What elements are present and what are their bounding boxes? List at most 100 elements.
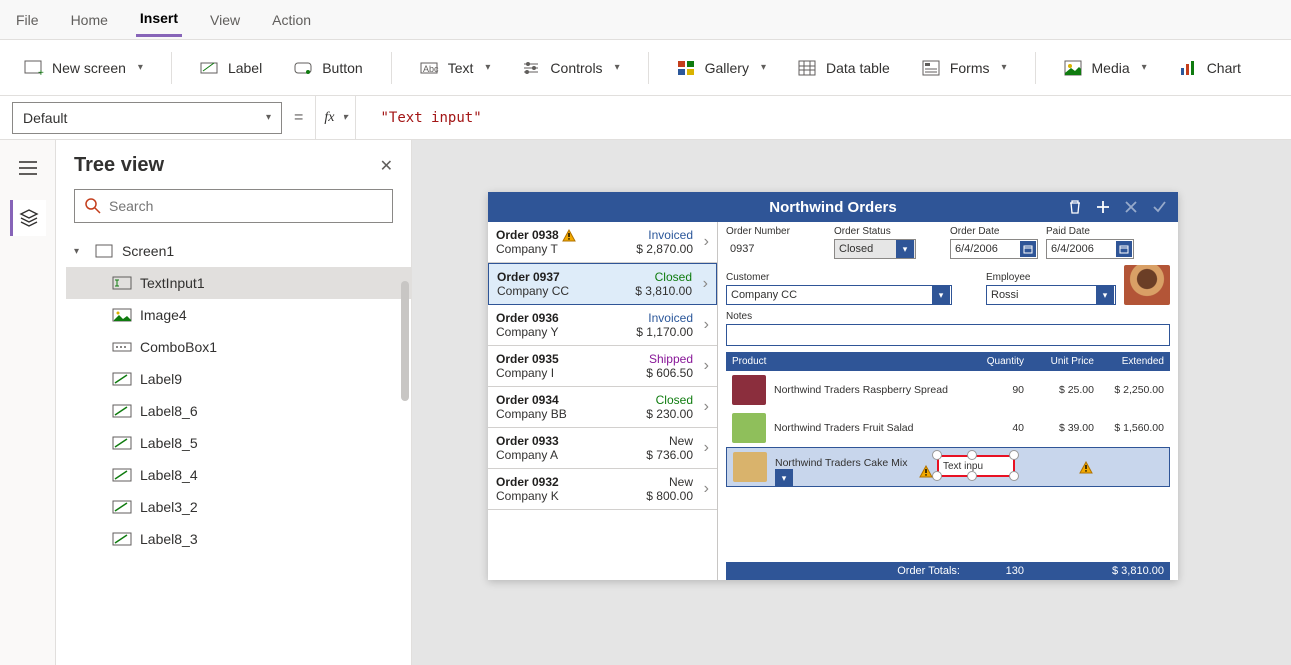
tree-item-label: Label8_4	[140, 467, 198, 483]
order-company: Company I	[496, 366, 646, 380]
product-thumb	[733, 452, 767, 482]
chevron-down-icon: ▾	[485, 62, 490, 73]
text-button[interactable]: Abc Text ▾	[408, 53, 503, 83]
tree-item[interactable]: ComboBox1	[66, 331, 411, 363]
tree-item[interactable]: TextInput1	[66, 267, 411, 299]
chevron-down-icon: ▾	[615, 62, 620, 73]
data-table-label: Data table	[826, 60, 890, 76]
tree-item[interactable]: Image4	[66, 299, 411, 331]
gallery-button[interactable]: Gallery ▾	[665, 53, 778, 83]
button-button[interactable]: Button	[282, 53, 374, 83]
notes-input[interactable]	[726, 324, 1170, 346]
fx-button[interactable]: fx ▾	[315, 96, 356, 139]
property-value: Default	[23, 110, 67, 126]
tree-search[interactable]	[74, 189, 393, 223]
new-screen-button[interactable]: + New screen ▾	[12, 53, 155, 83]
textinput-icon	[112, 275, 132, 291]
order-status: New	[646, 475, 693, 489]
tree-panel: Tree view ✕ ▾ Screen1 TextInput1Image4Co…	[56, 140, 412, 665]
product-grid[interactable]: Northwind Traders Raspberry Spread90$ 25…	[726, 371, 1170, 562]
order-status-dropdown[interactable]: Closed▾	[834, 239, 916, 259]
product-combobox[interactable]: Northwind Traders Cake Mix▾	[775, 457, 933, 477]
order-amount: $ 800.00	[646, 489, 693, 503]
tree-item-label: Label8_6	[140, 403, 198, 419]
order-row[interactable]: Order 0934Company BBClosed$ 230.00›	[488, 387, 717, 428]
tree-item[interactable]: Label8_4	[66, 459, 411, 491]
product-qty: 90	[968, 384, 1024, 396]
add-button[interactable]	[1094, 198, 1112, 216]
new-screen-icon: +	[24, 59, 44, 77]
product-row[interactable]: Northwind Traders Fruit Salad40$ 39.00$ …	[726, 409, 1170, 447]
product-ext: $ 1,560.00	[1094, 422, 1164, 434]
grid-header: Product Quantity Unit Price Extended	[726, 352, 1170, 371]
field-label: Order Date	[950, 226, 1038, 237]
tree-item[interactable]: Label9	[66, 363, 411, 395]
product-qty: 40	[968, 422, 1024, 434]
order-form: Order Number 0937 Order Status Closed▾ O…	[718, 222, 1178, 580]
label-button[interactable]: Label	[188, 53, 274, 83]
product-ext: $ 2,250.00	[1094, 384, 1164, 396]
product-name: Northwind Traders Raspberry Spread	[774, 384, 968, 396]
order-name: Order 0936	[496, 311, 636, 325]
field-label: Employee	[986, 272, 1116, 283]
menu-home[interactable]: Home	[67, 4, 112, 36]
order-row[interactable]: Order 0935Company IShipped$ 606.50›	[488, 346, 717, 387]
charts-icon	[1179, 59, 1199, 77]
calendar-icon	[1020, 241, 1036, 257]
new-screen-label: New screen	[52, 60, 126, 76]
order-row[interactable]: Order 0937Company CCClosed$ 3,810.00›	[488, 263, 717, 305]
employee-dropdown[interactable]: Rossi▾	[986, 285, 1116, 305]
product-row[interactable]: Northwind Traders Raspberry Spread90$ 25…	[726, 371, 1170, 409]
menu-insert[interactable]: Insert	[136, 2, 182, 37]
layers-icon	[19, 209, 39, 227]
top-menu: File Home Insert View Action	[0, 0, 1291, 40]
menu-file[interactable]: File	[12, 4, 43, 36]
order-row[interactable]: Order 0932Company KNew$ 800.00›	[488, 469, 717, 510]
tree-item[interactable]: Label8_5	[66, 427, 411, 459]
label-icon	[112, 467, 132, 483]
order-row[interactable]: Order 0938 Company TInvoiced$ 2,870.00›	[488, 222, 717, 263]
menu-view[interactable]: View	[206, 4, 244, 36]
order-row[interactable]: Order 0933Company ANew$ 736.00›	[488, 428, 717, 469]
order-company: Company K	[496, 489, 646, 503]
order-date-picker[interactable]: 6/4/2006	[950, 239, 1038, 259]
search-input[interactable]	[109, 198, 382, 214]
order-company: Company CC	[497, 284, 635, 298]
tree-item[interactable]: Label8_3	[66, 523, 411, 555]
canvas[interactable]: Northwind Orders Order 0938 Company TInv…	[412, 140, 1291, 665]
tree-item[interactable]: Label3_2	[66, 491, 411, 523]
hamburger-button[interactable]	[10, 150, 46, 186]
property-dropdown[interactable]: Default ▾	[12, 102, 282, 134]
formula-value[interactable]: "Text input"	[368, 110, 481, 126]
cancel-button[interactable]	[1122, 198, 1140, 216]
tree-root[interactable]: ▾ Screen1	[66, 235, 411, 267]
save-button[interactable]	[1150, 198, 1168, 216]
customer-dropdown[interactable]: Company CC▾	[726, 285, 952, 305]
delete-button[interactable]	[1066, 198, 1084, 216]
order-row[interactable]: Order 0936Company YInvoiced$ 1,170.00›	[488, 305, 717, 346]
tree-view-rail-button[interactable]	[10, 200, 46, 236]
scrollbar-thumb[interactable]	[401, 281, 409, 401]
controls-button[interactable]: Controls ▾	[510, 53, 631, 83]
image-icon	[112, 307, 132, 323]
collapse-icon[interactable]: ▾	[74, 246, 86, 257]
order-gallery[interactable]: Order 0938 Company TInvoiced$ 2,870.00›O…	[488, 222, 718, 580]
tree-item[interactable]: Label8_6	[66, 395, 411, 427]
forms-button[interactable]: Forms ▾	[910, 53, 1019, 83]
field-label: Notes	[726, 311, 1170, 322]
field-label: Customer	[726, 272, 952, 283]
media-button[interactable]: Media ▾	[1052, 53, 1159, 83]
order-name: Order 0933	[496, 434, 646, 448]
product-row[interactable]: Northwind Traders Cake Mix▾Text inpu	[726, 447, 1170, 487]
chevron-down-icon: ▾	[932, 286, 950, 304]
close-panel-button[interactable]: ✕	[380, 156, 393, 176]
chevron-down-icon: ▾	[1142, 62, 1147, 73]
app-titlebar: Northwind Orders	[488, 192, 1178, 222]
order-name: Order 0937	[497, 270, 635, 284]
menu-action[interactable]: Action	[268, 4, 315, 36]
paid-date-picker[interactable]: 6/4/2006	[1046, 239, 1134, 259]
charts-button[interactable]: Chart	[1167, 53, 1253, 83]
data-table-button[interactable]: Data table	[786, 53, 902, 83]
product-thumb	[732, 413, 766, 443]
chevron-down-icon: ▾	[342, 112, 347, 123]
